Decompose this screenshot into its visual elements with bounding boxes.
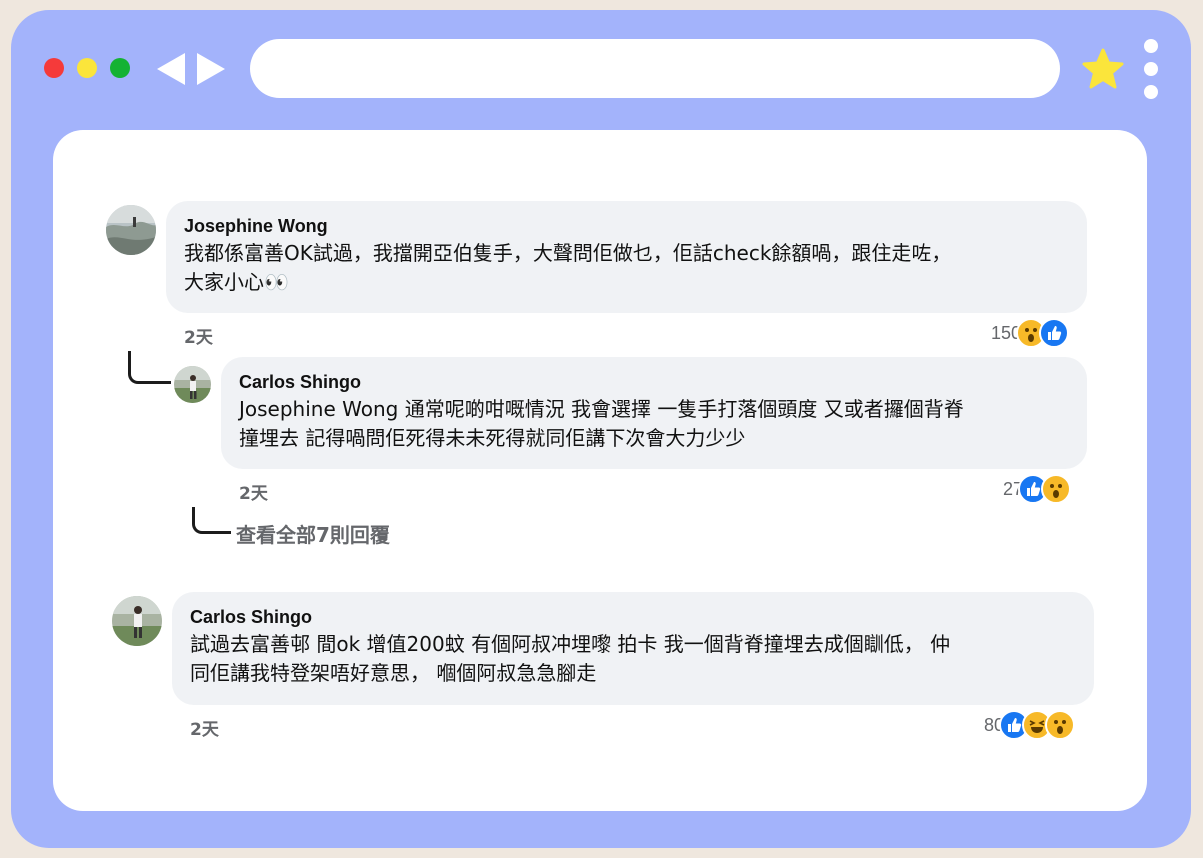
reply-connector-line [192, 507, 231, 534]
reaction-summary[interactable]: 27 [1003, 474, 1072, 504]
avatar[interactable] [174, 366, 211, 403]
back-arrow-icon[interactable] [155, 52, 187, 86]
like-reaction-icon [1039, 318, 1070, 348]
reaction-summary[interactable]: 150 [991, 318, 1070, 348]
view-all-replies-link[interactable]: 查看全部7則回覆 [236, 519, 390, 548]
comment-timestamp[interactable]: 2天 [239, 479, 268, 504]
maximize-window-dot[interactable] [110, 58, 130, 78]
avatar[interactable] [112, 596, 162, 646]
comment-bubble: Carlos Shingo Josephine Wong 通常呢啲咁嘅情況 我會… [221, 357, 1087, 469]
comment-bubble: Josephine Wong 我都係富善OK試過，我擋開亞伯隻手，大聲問佢做乜，… [166, 201, 1087, 313]
comment-timestamp[interactable]: 2天 [184, 323, 213, 348]
comment-author[interactable]: Josephine Wong [184, 215, 1069, 239]
comment-text-line: Josephine Wong 通常呢啲咁嘅情況 我會選擇 一隻手打落個頭度 又或… [239, 397, 964, 421]
comment-author[interactable]: Carlos Shingo [239, 371, 1069, 395]
kebab-menu-icon[interactable] [1143, 39, 1159, 99]
comment-text-line: 試過去富善邨 間ok 增值200蚊 有個阿叔冲埋嚟 拍卡 我一個背脊撞埋去成個瞓… [190, 632, 951, 656]
reaction-summary[interactable]: 80 [984, 710, 1076, 740]
wow-reaction-icon [1041, 474, 1072, 504]
comment-bubble: Carlos Shingo 試過去富善邨 間ok 增值200蚊 有個阿叔冲埋嚟 … [172, 592, 1094, 705]
minimize-window-dot[interactable] [77, 58, 97, 78]
comment-timestamp[interactable]: 2天 [190, 715, 219, 740]
address-bar[interactable] [250, 39, 1060, 98]
comment-text-line: 同佢講我特登架唔好意思， 嗰個阿叔急急腳走 [190, 661, 597, 685]
wow-reaction-icon [1045, 710, 1076, 740]
comment-text-line: 大家小心👀 [184, 270, 289, 294]
comment-author[interactable]: Carlos Shingo [190, 606, 1076, 630]
star-icon[interactable] [1081, 48, 1125, 90]
avatar[interactable] [106, 205, 156, 255]
comment-text-line: 撞埋去 記得喎問佢死得未未死得就同佢講下次會大力少少 [239, 426, 746, 450]
reply-connector-line [128, 351, 171, 384]
forward-arrow-icon[interactable] [195, 52, 227, 86]
comment-text-line: 我都係富善OK試過，我擋開亞伯隻手，大聲問佢做乜，佢話check餘額喎，跟住走咗… [184, 241, 952, 265]
close-window-dot[interactable] [44, 58, 64, 78]
